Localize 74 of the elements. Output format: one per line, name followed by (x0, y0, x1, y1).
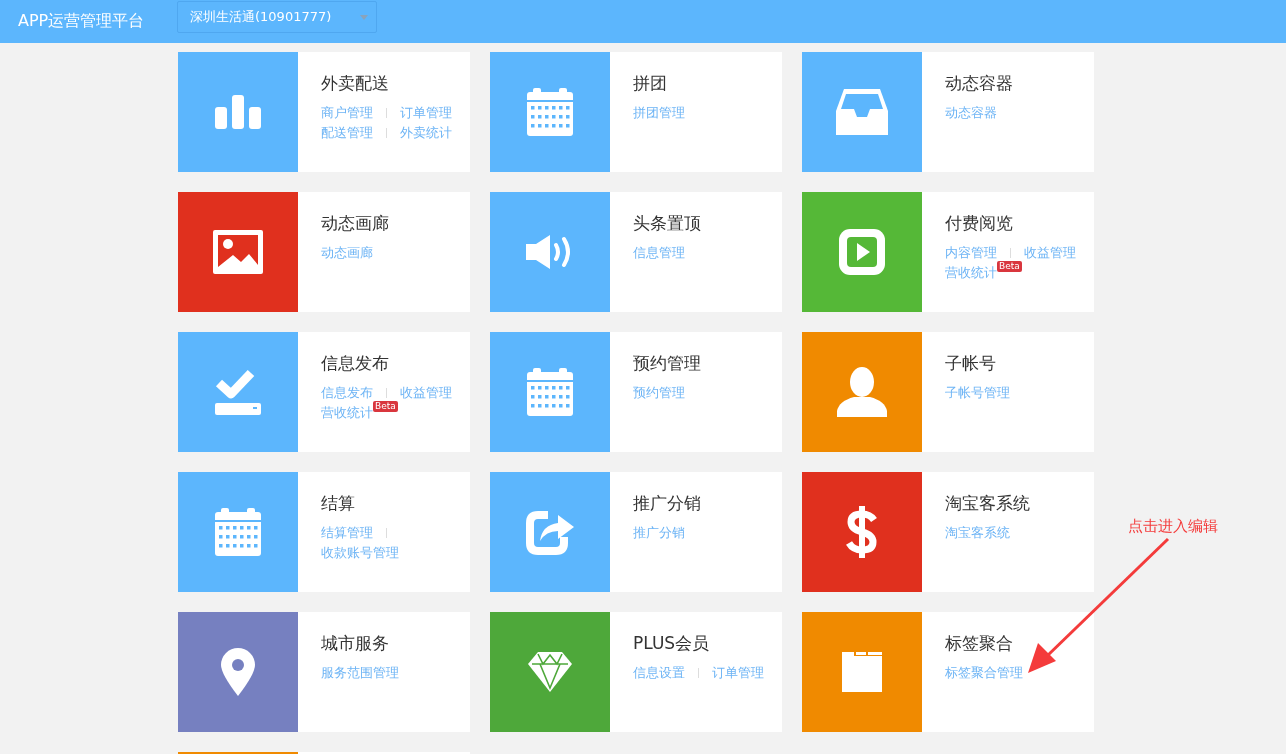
module-link[interactable]: 内容管理 (945, 243, 997, 263)
module-link[interactable]: 结算管理 (321, 523, 373, 543)
module-link[interactable]: 动态画廊 (321, 243, 373, 263)
share-icon (526, 509, 574, 555)
beta-badge: Beta (997, 261, 1022, 272)
person-icon (837, 367, 887, 417)
module-title: 标签聚合 (945, 632, 1014, 655)
module-link[interactable]: 外卖统计 (400, 123, 452, 143)
dollar-icon (846, 506, 878, 558)
module-title: 推广分销 (633, 492, 702, 515)
module-link[interactable]: 收益管理 (1024, 243, 1076, 263)
module-title: 结算 (321, 492, 356, 515)
module-title: 淘宝客系统 (945, 492, 1031, 515)
module-tile[interactable] (178, 332, 298, 452)
module-tile[interactable] (490, 472, 610, 592)
module-link[interactable]: 动态容器 (945, 103, 997, 123)
module-title: 头条置顶 (633, 212, 702, 235)
module-tile[interactable] (802, 52, 922, 172)
image-icon (213, 230, 263, 274)
module-link[interactable]: 营收统计 (945, 263, 997, 283)
module-title: 外卖配送 (321, 72, 390, 95)
module-tile[interactable] (178, 52, 298, 172)
annotation-text: 点击进入编辑 (1128, 517, 1218, 536)
module-tile[interactable] (802, 472, 922, 592)
module-link[interactable]: 拼团管理 (633, 103, 685, 123)
module-link[interactable]: 营收统计 (321, 403, 373, 423)
module-title: PLUS会员 (633, 632, 711, 655)
module-title: 拼团 (633, 72, 668, 95)
inbox-tray-icon (836, 89, 888, 135)
module-link[interactable]: 配送管理 (321, 123, 373, 143)
module-tile[interactable] (178, 472, 298, 592)
module-title: 信息发布 (321, 352, 390, 375)
module-title: 动态容器 (945, 72, 1014, 95)
play-icon (839, 229, 885, 275)
module-link[interactable]: 标签聚合管理 (945, 663, 1023, 683)
module-tile[interactable] (490, 612, 610, 732)
module-link[interactable]: 淘宝客系统 (945, 523, 1010, 543)
module-link[interactable]: 信息设置 (633, 663, 685, 683)
diamond-icon (528, 652, 572, 692)
module-link[interactable]: 信息发布 (321, 383, 373, 403)
module-link[interactable]: 订单管理 (400, 103, 452, 123)
calendar-icon (527, 368, 573, 416)
module-link[interactable]: 收益管理 (400, 383, 452, 403)
module-tile[interactable] (490, 192, 610, 312)
module-link[interactable]: 收款账号管理 (321, 543, 399, 563)
module-title: 城市服务 (321, 632, 390, 655)
calendar-icon (215, 508, 261, 556)
module-tile[interactable] (178, 612, 298, 732)
app-title: APP运营管理平台 (18, 11, 146, 32)
store-select[interactable]: 深圳生活通(10901777) (177, 1, 377, 33)
module-tile[interactable] (490, 332, 610, 452)
module-link[interactable]: 子帐号管理 (945, 383, 1010, 403)
beta-badge: Beta (373, 401, 398, 412)
module-link[interactable]: 商户管理 (321, 103, 373, 123)
module-link[interactable]: 服务范围管理 (321, 663, 399, 683)
bar-chart-icon (215, 95, 261, 129)
map-pin-icon (221, 648, 255, 696)
module-tile[interactable] (802, 192, 922, 312)
module-tile[interactable] (802, 612, 922, 732)
module-title: 预约管理 (633, 352, 702, 375)
calendar-icon (527, 88, 573, 136)
module-title: 动态画廊 (321, 212, 390, 235)
module-tile[interactable] (802, 332, 922, 452)
module-link[interactable]: 推广分销 (633, 523, 685, 543)
caret-icon (360, 14, 368, 20)
checkmark-tray-icon (215, 369, 261, 415)
module-link[interactable]: 订单管理 (712, 663, 764, 683)
module-title: 子帐号 (945, 352, 997, 375)
module-link[interactable]: 预约管理 (633, 383, 685, 403)
module-tile[interactable] (178, 192, 298, 312)
module-link[interactable]: 信息管理 (633, 243, 685, 263)
folder-icon (842, 652, 882, 692)
module-title: 付费阅览 (945, 212, 1014, 235)
module-tile[interactable] (490, 52, 610, 172)
